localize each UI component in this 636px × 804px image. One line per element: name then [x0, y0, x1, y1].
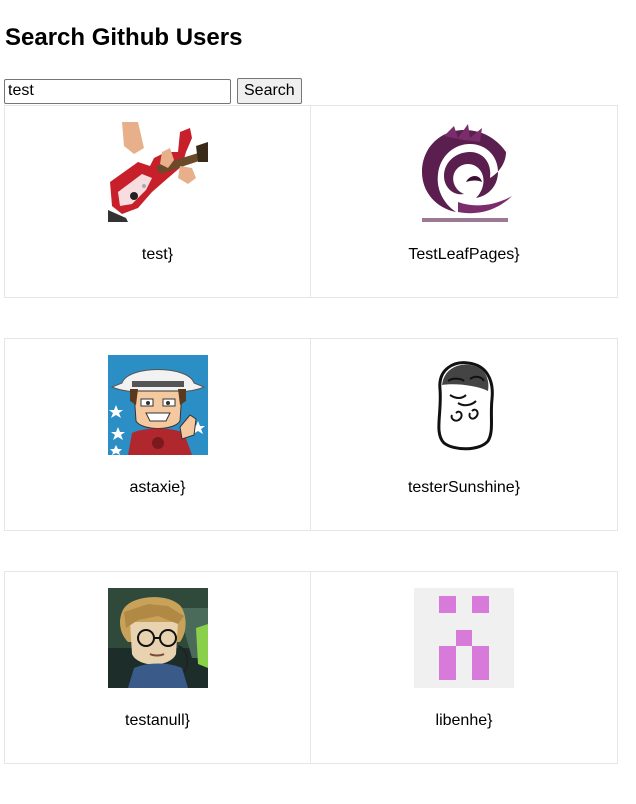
- user-row: test} TestLeafPages}: [4, 105, 618, 298]
- cartoon-man-hat-thumbs-up-avatar-icon[interactable]: [107, 355, 208, 455]
- user-row: testanull} libenhe}: [4, 571, 618, 764]
- user-login: testanull}: [125, 712, 190, 729]
- user-card: TestLeafPages}: [310, 105, 618, 298]
- user-card: astaxie}: [4, 338, 311, 531]
- user-login: libenhe}: [435, 712, 493, 729]
- user-card: test}: [4, 105, 311, 298]
- user-login: test}: [141, 246, 174, 263]
- page-title: Search Github Users: [5, 24, 243, 51]
- meme-face-avatar-icon[interactable]: [414, 355, 514, 455]
- user-row: astaxie} testerSunshine}: [4, 338, 618, 531]
- user-login: testerSunshine}: [407, 479, 521, 496]
- pink-identicon-avatar-icon[interactable]: [414, 588, 514, 688]
- user-card: libenhe}: [310, 571, 618, 764]
- search-input[interactable]: [4, 78, 231, 104]
- anime-character-glasses-avatar-icon[interactable]: [107, 588, 208, 688]
- search-button[interactable]: Search: [237, 78, 302, 104]
- user-card: testanull}: [4, 571, 311, 764]
- user-grid: test} TestLeafPages} astaxie} testerSuns…: [4, 105, 618, 804]
- purple-bird-logo-avatar-icon[interactable]: [414, 122, 514, 222]
- user-card: testerSunshine}: [310, 338, 618, 531]
- user-login: TestLeafPages}: [408, 246, 520, 263]
- search-bar: Search: [4, 78, 302, 104]
- user-login: astaxie}: [129, 479, 186, 496]
- guitar-player-avatar-icon[interactable]: [107, 122, 208, 222]
